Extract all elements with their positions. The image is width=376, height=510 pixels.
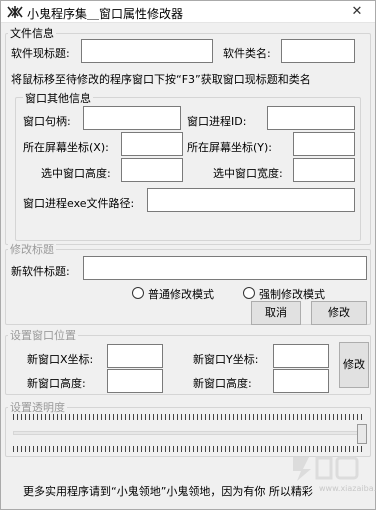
opacity-slider-thumb[interactable] bbox=[357, 424, 367, 444]
opacity-group-title: 设置透明度 bbox=[8, 399, 67, 415]
screen-y-label: 所在屏幕坐标(Y): bbox=[187, 141, 273, 154]
new-height-field-2[interactable] bbox=[273, 369, 329, 393]
current-title-label: 软件现标题: bbox=[11, 47, 70, 60]
window-other-info-title: 窗口其他信息 bbox=[23, 90, 93, 106]
exe-path-field[interactable] bbox=[147, 188, 355, 212]
watermark-text: www.xiazaiba.com bbox=[319, 484, 376, 493]
window-width-field[interactable] bbox=[293, 158, 355, 182]
close-button[interactable]: ✕ bbox=[347, 3, 367, 21]
file-info-group-title: 文件信息 bbox=[8, 25, 56, 41]
f3-hint-text: 将鼠标移至待修改的程序窗口下按“F3”获取窗口现标题和类名 bbox=[11, 73, 311, 86]
force-mode-radio[interactable] bbox=[243, 287, 255, 299]
title-bar: 小鬼程序集＿窗口属性修改器 ✕ bbox=[1, 1, 375, 23]
process-id-label: 窗口进程ID: bbox=[187, 115, 247, 128]
class-name-label: 软件类名: bbox=[223, 47, 271, 60]
new-height-label-2: 新窗口高度: bbox=[193, 377, 252, 390]
window-handle-label: 窗口句柄: bbox=[23, 115, 71, 128]
new-x-label: 新窗口X坐标: bbox=[27, 353, 94, 366]
window-height-label: 选中窗口高度: bbox=[41, 167, 111, 180]
current-title-field[interactable] bbox=[81, 39, 213, 63]
cancel-button[interactable]: 取消 bbox=[251, 301, 301, 325]
footer-text: 更多实用程序请到“小鬼领地”小鬼领地，因为有你 所以精彩 bbox=[23, 485, 313, 498]
exe-path-label: 窗口进程exe文件路径: bbox=[23, 197, 135, 210]
opacity-slider-ticks-top bbox=[13, 414, 363, 420]
new-y-field[interactable] bbox=[273, 344, 329, 368]
window-position-group-title: 设置窗口位置 bbox=[8, 327, 78, 343]
new-height-field[interactable] bbox=[107, 369, 163, 393]
modify-title-button[interactable]: 修改 bbox=[311, 301, 367, 325]
new-title-label: 新软件标题: bbox=[11, 265, 70, 278]
app-logo-icon bbox=[7, 6, 23, 18]
window-title: 小鬼程序集＿窗口属性修改器 bbox=[27, 7, 184, 21]
new-title-field[interactable] bbox=[83, 256, 367, 280]
opacity-slider[interactable] bbox=[13, 431, 363, 435]
screen-y-field[interactable] bbox=[293, 132, 355, 156]
screen-x-field[interactable] bbox=[121, 132, 183, 156]
force-mode-label: 强制修改模式 bbox=[259, 288, 325, 301]
modify-title-group-title: 修改标题 bbox=[8, 241, 56, 257]
opacity-slider-ticks-bottom bbox=[13, 446, 363, 452]
window-handle-field[interactable] bbox=[83, 106, 181, 130]
watermark-logo bbox=[293, 456, 359, 481]
class-name-field[interactable] bbox=[281, 39, 355, 63]
screen-x-label: 所在屏幕坐标(X): bbox=[23, 141, 109, 154]
process-id-field[interactable] bbox=[267, 106, 355, 130]
modify-position-button[interactable]: 修改 bbox=[339, 342, 369, 388]
normal-mode-radio[interactable] bbox=[132, 287, 144, 299]
window-width-label: 选中窗口宽度: bbox=[213, 167, 283, 180]
window-height-field[interactable] bbox=[121, 158, 183, 182]
app-window: 小鬼程序集＿窗口属性修改器 ✕ 文件信息 软件现标题: 软件类名: 将鼠标移至待… bbox=[0, 0, 376, 510]
normal-mode-label: 普通修改模式 bbox=[148, 288, 214, 301]
new-x-field[interactable] bbox=[107, 344, 163, 368]
new-y-label: 新窗口Y坐标: bbox=[193, 353, 259, 366]
new-height-label: 新窗口高度: bbox=[27, 377, 86, 390]
